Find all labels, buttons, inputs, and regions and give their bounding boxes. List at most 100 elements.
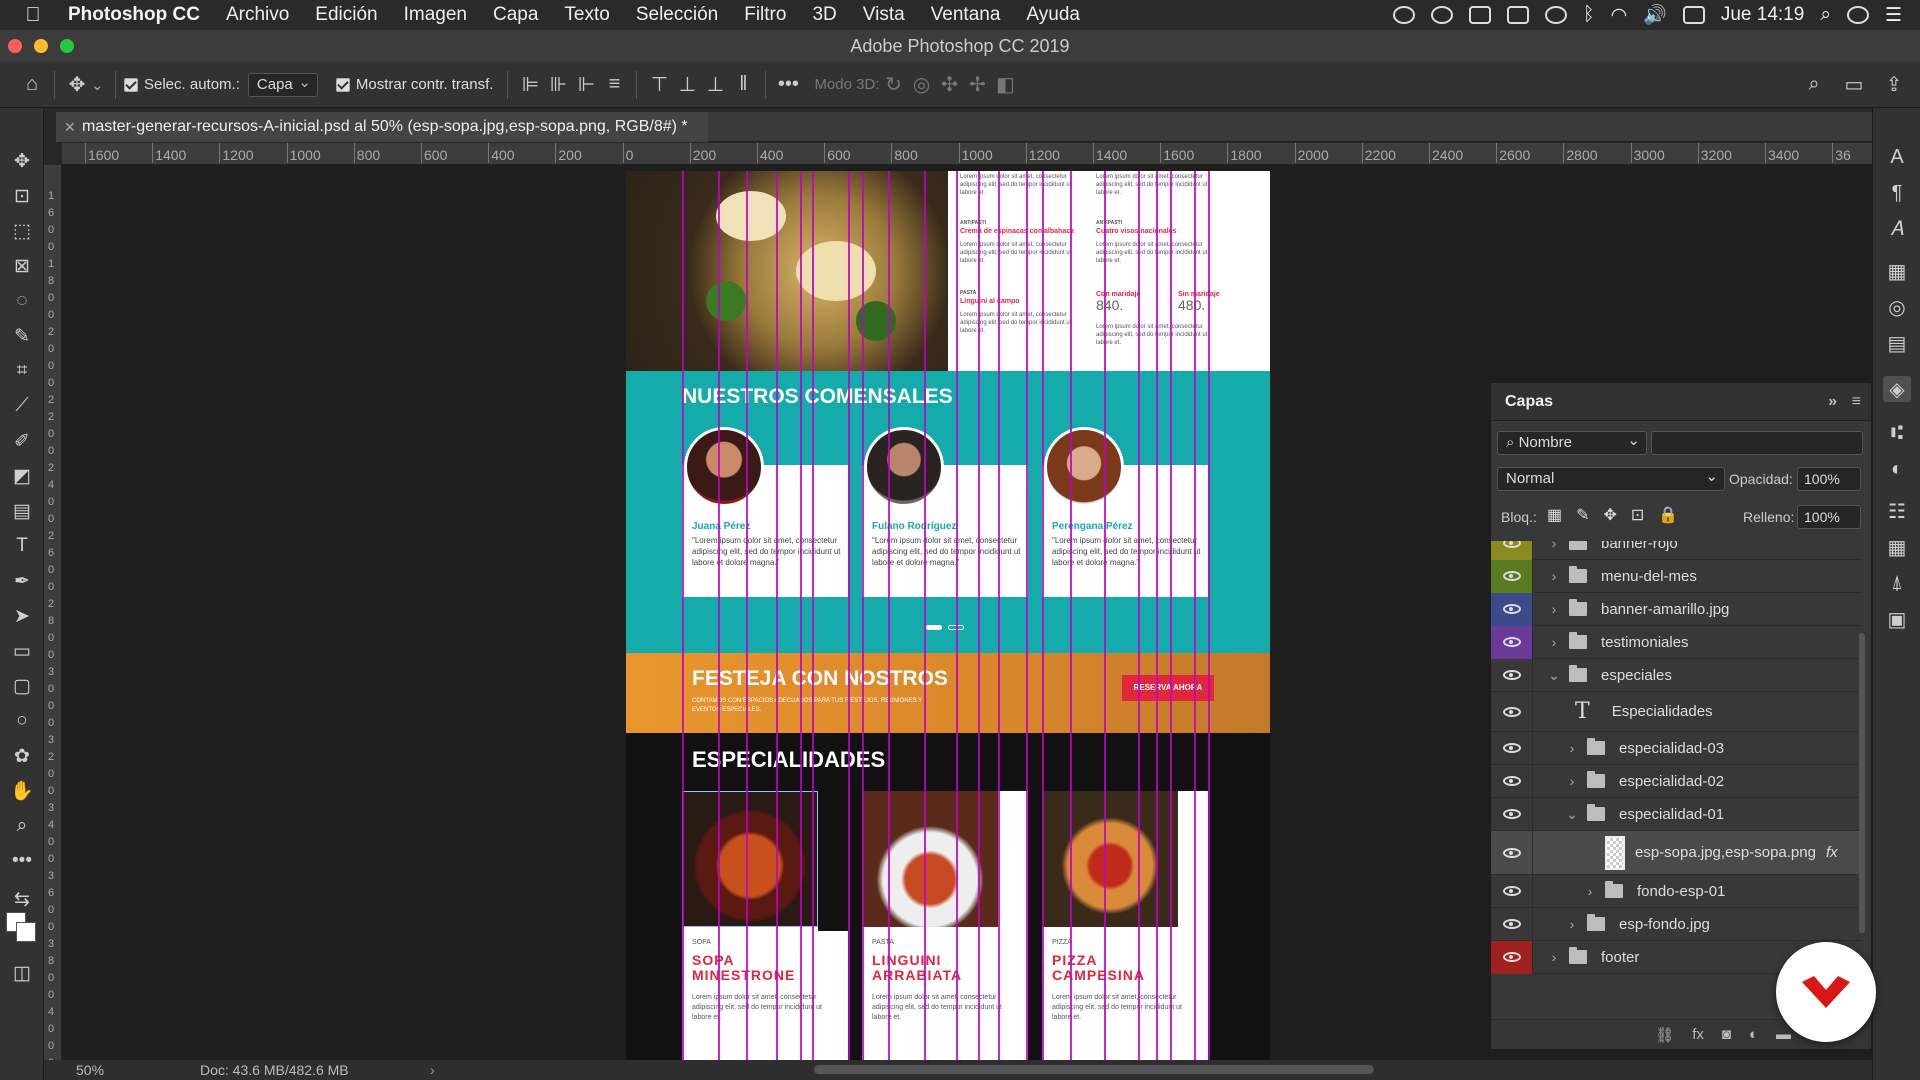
lock-icons[interactable]: ▦✎✥⊡🔒	[1547, 505, 1692, 525]
cc-libraries-icon[interactable]: ◎	[1883, 294, 1911, 320]
gradient-tool-icon[interactable]: ▤	[8, 498, 36, 524]
align-vcenter-icon[interactable]: ⊥	[673, 71, 701, 99]
guide-line[interactable]	[1104, 171, 1106, 1060]
chevron-right-icon[interactable]: ›	[1565, 740, 1579, 756]
visibility-toggle[interactable]	[1491, 691, 1533, 732]
guide-line[interactable]	[888, 171, 890, 1060]
layer-row[interactable]: T Especialidades	[1491, 691, 1861, 732]
guide-line[interactable]	[1026, 171, 1028, 1060]
visibility-toggle[interactable]	[1491, 797, 1533, 831]
reserve-button[interactable]: RESERVA AHORA	[1122, 675, 1214, 701]
transform-bounding-box[interactable]	[682, 791, 818, 927]
menu-archivo[interactable]: Archivo	[226, 4, 289, 26]
libraries-panel-icon[interactable]: ▦	[1883, 258, 1911, 284]
cloud-icon[interactable]	[1469, 6, 1492, 24]
eraser-tool-icon[interactable]: ◩	[8, 463, 36, 489]
panel-menu-icon[interactable]: ≡	[1852, 383, 1861, 421]
brush-tool-icon[interactable]: ✐	[8, 428, 36, 454]
layer-row[interactable]: › esp-fondo.jpg	[1491, 907, 1861, 941]
wifi-icon[interactable]: ◠	[1611, 4, 1628, 27]
siri-icon[interactable]	[1846, 6, 1869, 24]
hand-tool-icon[interactable]: ✋	[8, 778, 36, 804]
chevron-right-icon[interactable]: ›	[1547, 634, 1561, 650]
glyphs-panel-icon[interactable]: 𝐴	[1883, 216, 1911, 242]
menu-ventana[interactable]: Ventana	[931, 4, 1001, 26]
menu-texto[interactable]: Texto	[564, 4, 609, 26]
background-color-swatch[interactable]	[16, 922, 36, 942]
move-tool-icon[interactable]: ✥	[8, 148, 36, 174]
rounded-rect-tool-icon[interactable]: ▢	[8, 673, 36, 699]
guide-line[interactable]	[718, 171, 720, 1060]
guide-line[interactable]	[1194, 171, 1196, 1060]
guide-line[interactable]	[924, 171, 926, 1060]
collapse-panel-icon[interactable]: »	[1828, 383, 1837, 421]
home-icon[interactable]: ⌂	[18, 71, 46, 99]
menu-capa[interactable]: Capa	[493, 4, 538, 26]
guide-line[interactable]	[956, 171, 958, 1060]
menu-edicion[interactable]: Edición	[315, 4, 377, 26]
visibility-toggle[interactable]	[1491, 731, 1533, 765]
guide-line[interactable]	[776, 171, 778, 1060]
close-window-button[interactable]	[8, 39, 22, 53]
type-tool-icon[interactable]: T	[8, 533, 36, 559]
visibility-toggle[interactable]	[1491, 625, 1533, 659]
visibility-toggle[interactable]	[1491, 907, 1533, 941]
new-group-icon[interactable]: ▬	[1776, 1026, 1791, 1043]
doc-size[interactable]: Doc: 43.6 MB/482.6 MB	[200, 1060, 349, 1080]
align-right-icon[interactable]: ⊩	[572, 71, 600, 99]
display-icon[interactable]	[1507, 6, 1530, 24]
auto-select-checkbox[interactable]	[124, 77, 138, 92]
chevron-down-icon[interactable]: ⌄	[91, 76, 107, 94]
eyedropper-tool-icon[interactable]: ⟋	[8, 393, 36, 419]
bluetooth-icon[interactable]: ᛒ	[1583, 4, 1594, 26]
chevron-right-icon[interactable]: ›	[1565, 916, 1579, 932]
chevron-right-icon[interactable]: ›	[1547, 568, 1561, 584]
align-hcenter-icon[interactable]: ⊪	[544, 71, 572, 99]
guide-line[interactable]	[812, 171, 814, 1060]
fx-icon[interactable]: fx	[1692, 1026, 1704, 1043]
guide-line[interactable]	[682, 171, 684, 1060]
visibility-toggle[interactable]	[1491, 658, 1533, 692]
guide-line[interactable]	[1170, 171, 1172, 1060]
swap-colors-icon[interactable]: ⇆	[8, 886, 36, 912]
styles-panel-icon[interactable]: ☷	[1883, 498, 1911, 524]
visibility-toggle[interactable]	[1491, 830, 1533, 875]
battery-icon[interactable]	[1682, 6, 1705, 24]
quick-select-tool-icon[interactable]: ✎	[8, 323, 36, 349]
close-tab-icon[interactable]: ✕	[64, 112, 76, 142]
status-arrow-icon[interactable]: ›	[430, 1060, 435, 1080]
layer-row[interactable]: › especialidad-03	[1491, 731, 1861, 765]
visibility-toggle[interactable]	[1491, 541, 1533, 560]
share-icon[interactable]: ⇪	[1880, 71, 1908, 99]
guide-line[interactable]	[1042, 171, 1044, 1060]
mask-icon[interactable]: ◙	[1722, 1026, 1731, 1043]
guide-line[interactable]	[800, 171, 802, 1060]
layer-row[interactable]: › banner-amarillo.jpg	[1491, 592, 1861, 626]
crop-tool-icon[interactable]: ⌗	[8, 358, 36, 384]
opacity-input[interactable]: 100%	[1797, 467, 1861, 491]
visibility-toggle[interactable]	[1491, 940, 1533, 974]
chevron-right-icon[interactable]: ›	[1583, 883, 1597, 899]
guide-line[interactable]	[1070, 171, 1072, 1060]
pen-tool-icon[interactable]: ✒	[8, 568, 36, 594]
visibility-toggle[interactable]	[1491, 592, 1533, 626]
distribute-v-icon[interactable]: ‖	[729, 71, 757, 99]
zoom-tool-icon[interactable]: ⌕	[8, 813, 36, 839]
document-tab[interactable]: ✕ master-generar-recursos-A-inicial.psd …	[56, 112, 708, 142]
paragraph-panel-icon[interactable]: ¶	[1883, 180, 1911, 206]
rectangle-tool-icon[interactable]: ▭	[8, 638, 36, 664]
chevron-down-icon[interactable]: ⌄	[1565, 806, 1579, 823]
layer-row[interactable]: › banner-rojo	[1491, 541, 1861, 560]
layer-row[interactable]: › fondo-esp-01	[1491, 874, 1861, 908]
ellipse-tool-icon[interactable]: ○	[8, 708, 36, 734]
chevron-right-icon[interactable]: ›	[1547, 541, 1561, 551]
apple-icon[interactable]: 	[20, 2, 46, 28]
layer-row[interactable]: ⌄ especialidad-01	[1491, 797, 1861, 831]
search-icon[interactable]: ⌕	[1800, 71, 1828, 99]
workspace-icon[interactable]: ▭	[1840, 71, 1868, 99]
paths-panel-icon[interactable]: ⍋	[1883, 570, 1911, 596]
layer-row[interactable]: › especialidad-02	[1491, 764, 1861, 798]
menu-imagen[interactable]: Imagen	[404, 4, 467, 26]
guide-line[interactable]	[848, 171, 850, 1060]
show-transform-checkbox[interactable]	[335, 77, 350, 92]
